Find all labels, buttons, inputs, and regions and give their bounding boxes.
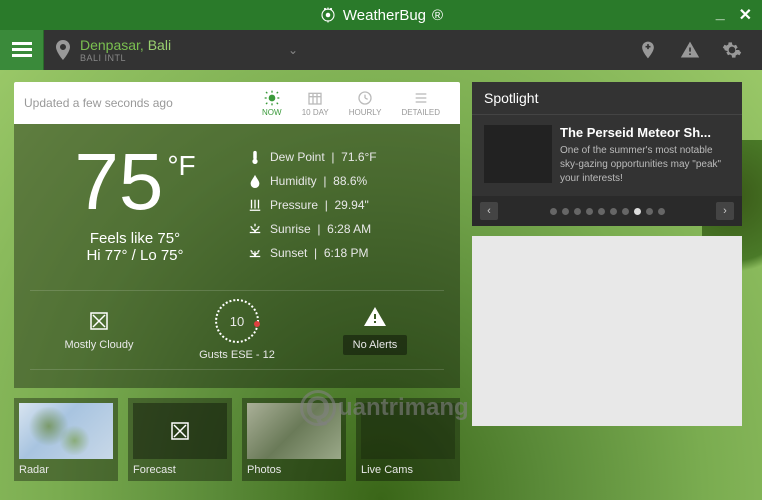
spotlight-header: Spotlight xyxy=(472,82,742,115)
spotlight-desc: One of the summer's most notable sky-gaz… xyxy=(560,144,730,186)
forecast-thumbnail xyxy=(133,403,227,459)
feels-like: Feels like 75° xyxy=(30,230,240,247)
spotlight-prev-button[interactable]: ‹ xyxy=(480,202,498,220)
gear-icon[interactable] xyxy=(722,40,742,60)
tab-10day[interactable]: 10 DAY xyxy=(292,90,339,117)
navbar: Denpasar, Bali BALI INTL ⌄ xyxy=(0,30,762,70)
spotlight-next-button[interactable]: › xyxy=(716,202,734,220)
chevron-down-icon: ⌄ xyxy=(288,43,298,57)
updated-text: Updated a few seconds ago xyxy=(24,96,252,110)
temperature-value: 75 xyxy=(74,142,163,222)
list-icon xyxy=(411,90,431,106)
temperature-unit: °F xyxy=(167,150,195,182)
radar-thumbnail xyxy=(19,403,113,459)
location-station: BALI INTL xyxy=(80,53,171,63)
tab-detailed[interactable]: DETAILED xyxy=(391,90,450,117)
weather-details: Dew Point | 71.6°F Humidity | 88.6% Pres… xyxy=(240,142,444,270)
spotlight-dot[interactable] xyxy=(646,208,653,215)
location-city: Denpasar, xyxy=(80,37,144,53)
spotlight-dot[interactable] xyxy=(634,208,641,215)
sun-icon xyxy=(262,90,282,106)
humidity-icon xyxy=(248,174,262,188)
spotlight-dots xyxy=(550,208,665,215)
ad-placeholder xyxy=(472,236,742,426)
thermometer-icon xyxy=(248,150,262,164)
watermark: Quantrimang xyxy=(300,390,469,426)
hi-lo: Hi 77° / Lo 75° xyxy=(30,247,240,264)
temperature-display: 75 °F Feels like 75° Hi 77° / Lo 75° xyxy=(30,142,240,270)
clock-icon xyxy=(355,90,375,106)
condition-status: Mostly Cloudy xyxy=(31,309,168,351)
titlebar: WeatherBug® _ ✕ xyxy=(0,0,762,30)
view-tabs: Updated a few seconds ago NOW 10 DAY HOU… xyxy=(14,82,460,124)
spotlight-dot[interactable] xyxy=(550,208,557,215)
spotlight-dot[interactable] xyxy=(586,208,593,215)
menu-button[interactable] xyxy=(0,30,44,70)
spotlight-dot[interactable] xyxy=(658,208,665,215)
radar-tile[interactable]: Radar xyxy=(14,398,118,481)
location-selector[interactable]: Denpasar, Bali BALI INTL ⌄ xyxy=(44,37,638,63)
sunrise-icon xyxy=(248,222,262,236)
alerts-icon[interactable] xyxy=(680,40,700,60)
alerts-status[interactable]: No Alerts xyxy=(307,305,444,355)
close-button[interactable]: ✕ xyxy=(739,5,752,25)
tab-now[interactable]: NOW xyxy=(252,90,292,117)
calendar-icon xyxy=(305,90,325,106)
forecast-tile[interactable]: Forecast xyxy=(128,398,232,481)
warning-icon xyxy=(363,305,387,329)
spotlight-item[interactable]: The Perseid Meteor Sh... One of the summ… xyxy=(472,115,742,196)
cloudy-icon xyxy=(87,309,111,333)
location-region: Bali xyxy=(148,37,171,53)
add-location-icon[interactable] xyxy=(638,40,658,60)
spotlight-dot[interactable] xyxy=(622,208,629,215)
location-pin-icon xyxy=(54,40,72,60)
wind-dial: 10 xyxy=(215,299,259,343)
spotlight-dot[interactable] xyxy=(610,208,617,215)
tab-hourly[interactable]: HOURLY xyxy=(339,90,392,117)
current-conditions-panel: 75 °F Feels like 75° Hi 77° / Lo 75° Dew… xyxy=(14,124,460,388)
spotlight-dot[interactable] xyxy=(562,208,569,215)
pressure-icon xyxy=(248,198,262,212)
wind-status: 10 Gusts ESE - 12 xyxy=(169,299,306,361)
spotlight-dot[interactable] xyxy=(574,208,581,215)
spotlight-image xyxy=(484,125,552,183)
spotlight-title: The Perseid Meteor Sh... xyxy=(560,125,730,140)
sunset-icon xyxy=(248,246,262,260)
spotlight-panel: Spotlight The Perseid Meteor Sh... One o… xyxy=(472,82,742,226)
app-logo: WeatherBug® xyxy=(319,6,443,24)
minimize-button[interactable]: _ xyxy=(716,5,725,25)
brand-name: WeatherBug xyxy=(343,7,426,24)
spotlight-dot[interactable] xyxy=(598,208,605,215)
